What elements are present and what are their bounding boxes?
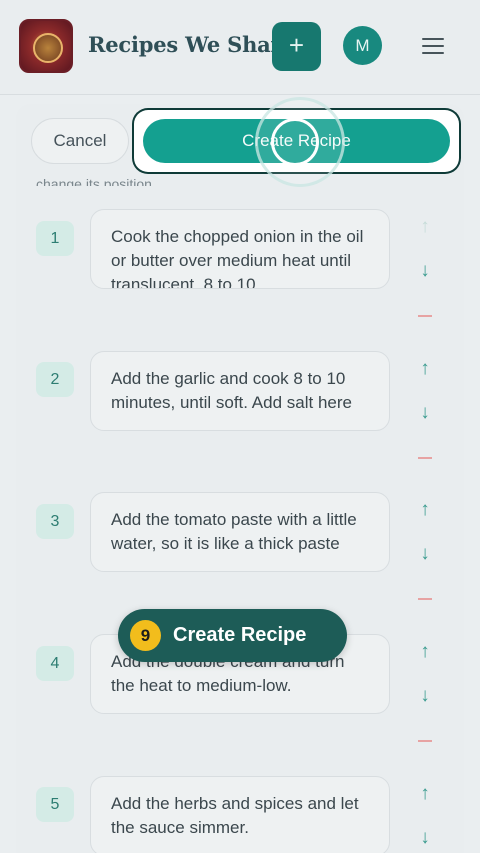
step-number-badge: 5 [36,787,74,822]
user-avatar[interactable]: M [343,26,382,65]
reorder-hint-text: change its position. [36,176,156,186]
step-number-badge: 3 [36,504,74,539]
remove-step-icon[interactable] [418,315,432,317]
step-instruction-text: Add the tomato paste with a little water… [111,510,357,553]
app-header: Recipes We Share + M [0,0,480,95]
move-up-arrow-icon[interactable]: ↑ [414,499,436,521]
move-up-arrow-icon[interactable]: ↑ [414,358,436,380]
step-instruction-text: Add the garlic and cook 8 to 10 minutes,… [111,369,352,412]
tutorial-step-label: Create Recipe [173,624,307,646]
step-instruction-field[interactable]: Cook the chopped onion in the oil or but… [90,209,390,289]
move-up-arrow-icon[interactable]: ↑ [414,641,436,663]
cancel-button[interactable]: Cancel [31,118,129,164]
step-instruction-field[interactable]: Add the garlic and cook 8 to 10 minutes,… [90,351,390,431]
tutorial-step-number: 9 [130,620,161,651]
tap-indicator-dot [271,118,319,166]
app-logo[interactable] [19,19,73,73]
move-down-arrow-icon[interactable]: ↓ [414,543,436,565]
remove-step-icon[interactable] [418,457,432,459]
hamburger-menu-icon[interactable] [422,38,444,54]
move-up-arrow-icon[interactable]: ↑ [414,783,436,805]
move-down-arrow-icon[interactable]: ↓ [414,260,436,282]
step-number-badge: 1 [36,221,74,256]
move-up-arrow-icon[interactable]: ↑ [414,216,436,238]
app-title: Recipes We Share [88,32,295,57]
add-recipe-button[interactable]: + [272,22,321,71]
step-instruction-field[interactable]: Add the tomato paste with a little water… [90,492,390,572]
tutorial-step-callout: 9 Create Recipe [118,609,347,662]
step-number-badge: 2 [36,362,74,397]
step-instruction-text: Add the herbs and spices and let the sau… [111,794,359,837]
move-down-arrow-icon[interactable]: ↓ [414,685,436,707]
remove-step-icon[interactable] [418,740,432,742]
move-down-arrow-icon[interactable]: ↓ [414,827,436,849]
move-down-arrow-icon[interactable]: ↓ [414,402,436,424]
step-instruction-field[interactable]: Add the herbs and spices and let the sau… [90,776,390,853]
step-number-badge: 4 [36,646,74,681]
step-instruction-text: Cook the chopped onion in the oil or but… [111,227,364,289]
remove-step-icon[interactable] [418,598,432,600]
